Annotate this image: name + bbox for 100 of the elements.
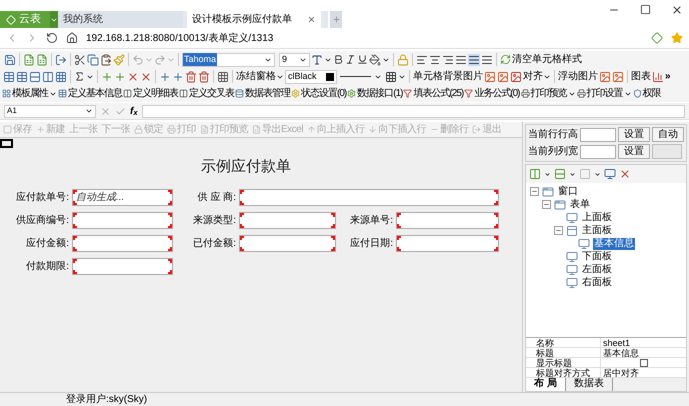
cut-icon[interactable]: [74, 54, 86, 66]
collapse-icon[interactable]: [530, 187, 539, 196]
insert-cell-icon[interactable]: [172, 70, 184, 82]
italic-icon[interactable]: [345, 54, 356, 65]
tree-item[interactable]: 窗口: [557, 186, 579, 198]
align-center-icon[interactable]: [429, 54, 441, 66]
auto-button[interactable]: 自动: [652, 127, 684, 142]
align-right-icon[interactable]: [442, 54, 454, 66]
property-value[interactable]: 居中对齐: [601, 368, 686, 377]
panel-tab[interactable]: 布 局: [526, 378, 566, 391]
diamond-icon[interactable]: [651, 32, 663, 44]
toolbar-button[interactable]: 状态设置(0): [291, 86, 346, 101]
close-tab-icon[interactable]: [307, 15, 316, 24]
underline-icon[interactable]: [357, 54, 368, 65]
merge-icon[interactable]: [217, 70, 229, 82]
image-icon[interactable]: [599, 70, 611, 82]
rows-icon[interactable]: [29, 70, 41, 82]
browser-tab[interactable]: 设计模板示例应付款单: [187, 11, 321, 28]
align-bottom-icon[interactable]: [481, 54, 493, 66]
tree-item[interactable]: 下面板: [581, 250, 613, 262]
insert-cell-icon[interactable]: [159, 70, 171, 82]
collapse-icon[interactable]: [542, 200, 551, 209]
chart-button[interactable]: 图表: [631, 69, 651, 84]
insert-column-icon[interactable]: [114, 70, 126, 82]
align-top-icon[interactable]: [455, 54, 467, 66]
sum-icon[interactable]: [74, 71, 85, 82]
image-icon[interactable]: [497, 70, 509, 82]
property-value[interactable]: sheet1: [601, 338, 686, 347]
align-left-icon[interactable]: [416, 54, 428, 66]
delete-cell-icon[interactable]: [198, 70, 210, 82]
toolbar-button[interactable]: 定义交叉表: [179, 86, 234, 101]
clear-style-button[interactable]: 清空单元格样式: [512, 52, 582, 67]
caret-icon[interactable]: [85, 107, 93, 115]
chart-icon[interactable]: [652, 70, 664, 82]
toolbar-button[interactable]: 数据表管理: [235, 86, 290, 101]
image-icon[interactable]: [612, 70, 624, 82]
set-button[interactable]: 设置: [618, 127, 650, 142]
property-checkbox[interactable]: [640, 358, 648, 366]
formula-field[interactable]: [142, 104, 685, 118]
insert-row-icon[interactable]: [101, 70, 113, 82]
collapse-icon[interactable]: [554, 226, 563, 235]
toolbar-button[interactable]: 权限: [632, 86, 660, 101]
tree-item[interactable]: 主面板: [581, 224, 613, 236]
font-color-icon[interactable]: [311, 54, 323, 66]
toolbar-button[interactable]: 填表公式(25): [403, 86, 464, 101]
color-select[interactable]: clBlack: [285, 70, 337, 84]
sheet-icon[interactable]: [36, 54, 48, 66]
toolbar-button[interactable]: 定义基本信息: [58, 86, 122, 101]
fill-color-icon[interactable]: [369, 54, 381, 66]
toolbar-button[interactable]: 模板属性: [2, 86, 57, 101]
size-field[interactable]: [580, 128, 616, 142]
border-icon[interactable]: [385, 70, 397, 82]
toolbar-button[interactable]: 打印设置: [576, 86, 632, 101]
tree-item[interactable]: 上面板: [581, 212, 613, 224]
form-field[interactable]: 自动生成...: [73, 190, 172, 204]
refresh-icon[interactable]: [500, 54, 511, 65]
image-icon[interactable]: [510, 70, 522, 82]
monitor-icon[interactable]: [604, 168, 616, 180]
table-icon[interactable]: [3, 70, 15, 82]
set-button[interactable]: 设置: [618, 144, 650, 159]
toolbar-button[interactable]: 打印预览: [520, 86, 576, 101]
grid-icon[interactable]: [55, 70, 67, 82]
table-icon[interactable]: [16, 70, 28, 82]
cell-select[interactable]: A1: [4, 104, 96, 118]
export-icon[interactable]: [55, 54, 67, 66]
tree-item[interactable]: 基本信息: [593, 238, 635, 250]
float-image-button[interactable]: 浮动图片: [558, 69, 598, 84]
tree-item[interactable]: 右面板: [581, 276, 613, 288]
align-dropdown[interactable]: 对齐: [523, 69, 551, 84]
freeze-dropdown[interactable]: 冻结窗格: [236, 69, 284, 84]
font-select[interactable]: Tahoma: [182, 52, 275, 66]
size-field[interactable]: [580, 144, 616, 158]
size-select[interactable]: 9: [279, 52, 310, 66]
delete-row-icon[interactable]: [127, 70, 139, 82]
tree-item[interactable]: 左面板: [581, 264, 613, 276]
function-label[interactable]: f$_{x}$: [130, 104, 138, 118]
close-icon[interactable]: [671, 4, 683, 16]
caret-icon[interactable]: [569, 170, 576, 178]
home-icon[interactable]: [66, 32, 78, 44]
align-middle-icon[interactable]: [468, 54, 480, 66]
delete-column-icon[interactable]: [140, 70, 152, 82]
toolbar-button[interactable]: 定义明细表: [123, 86, 178, 101]
more-button[interactable]: »: [665, 69, 671, 84]
star-icon[interactable]: [671, 32, 683, 44]
caret-icon[interactable]: [544, 170, 551, 178]
cell-background-button[interactable]: 单元格背景图片: [413, 69, 483, 84]
copy-icon[interactable]: [87, 54, 99, 66]
toolbar-button[interactable]: 业务公式(0): [464, 86, 520, 101]
toolbar-button[interactable]: 数据接口(1): [347, 86, 402, 101]
property-value[interactable]: 基本信息: [601, 348, 686, 357]
delete-cell-icon[interactable]: [185, 70, 197, 82]
reload-icon[interactable]: [46, 32, 58, 44]
browser-tab[interactable]: 我的系统: [58, 11, 183, 28]
address-field[interactable]: 192.168.1.218:8080/10013/表单定义/1313: [86, 30, 643, 46]
columns-icon[interactable]: [42, 70, 54, 82]
delete-icon[interactable]: [619, 168, 631, 180]
tree-item[interactable]: 表单: [569, 198, 591, 210]
paste-icon[interactable]: [100, 54, 112, 66]
save-icon[interactable]: [4, 54, 16, 66]
bold-icon[interactable]: [333, 54, 344, 65]
